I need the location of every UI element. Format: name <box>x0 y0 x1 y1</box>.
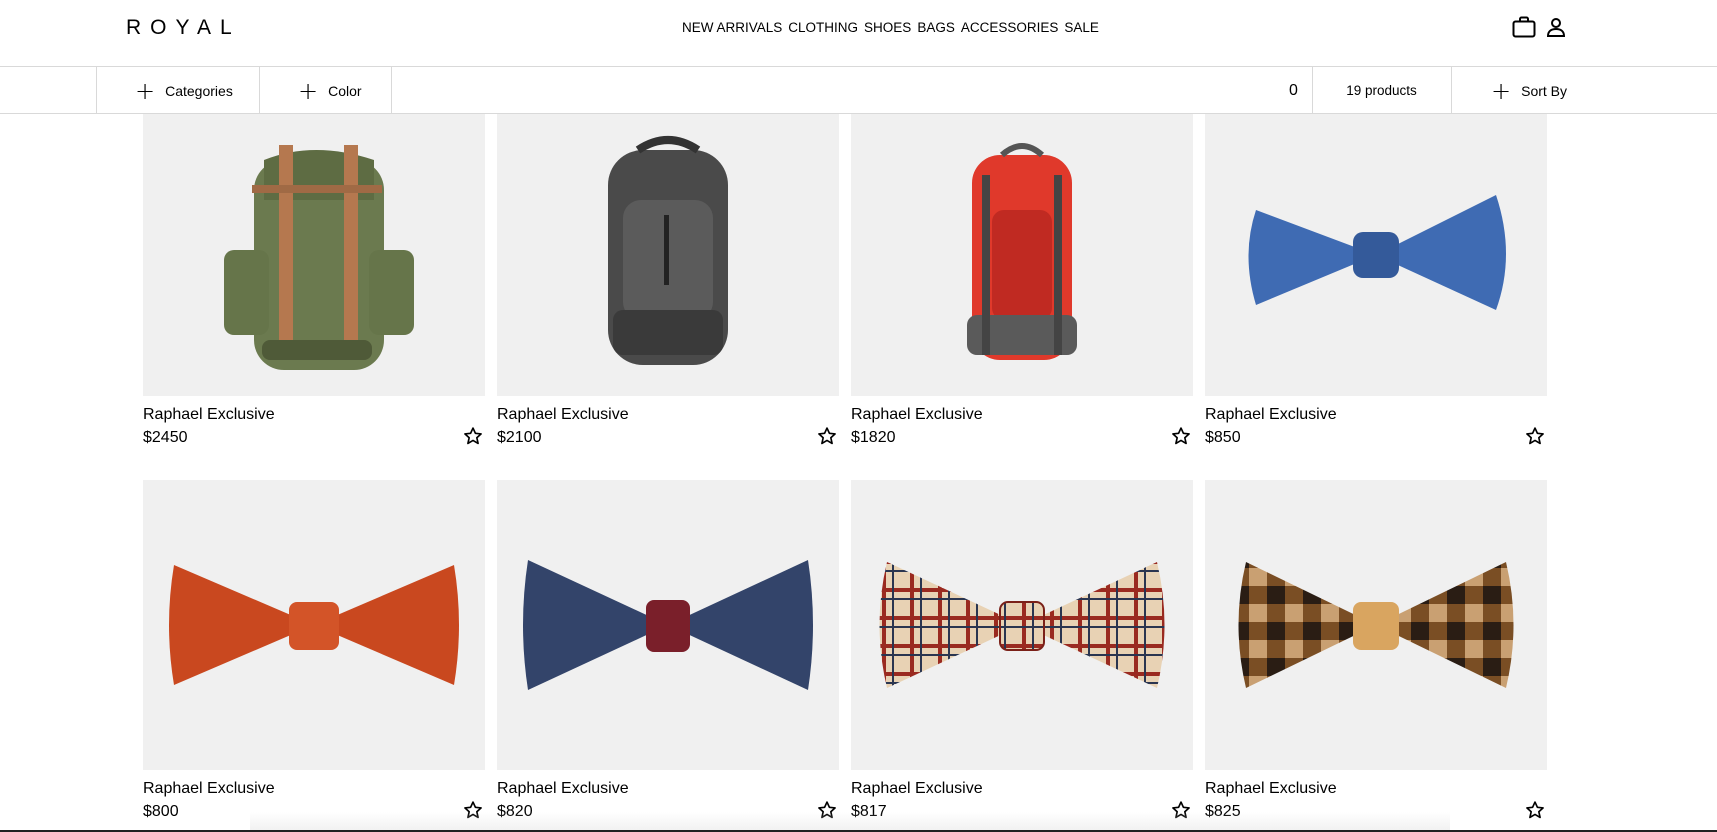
product-image-brown-check-bow-tie[interactable] <box>1205 480 1547 770</box>
product-card[interactable]: Raphael Exclusive $820 <box>497 480 839 820</box>
categories-filter-button[interactable]: + Categories <box>96 67 260 114</box>
product-image-orange-bow-tie[interactable] <box>143 480 485 770</box>
user-icon[interactable] <box>1546 17 1566 42</box>
star-icon[interactable] <box>1525 800 1545 825</box>
product-image-grey-backpack[interactable] <box>497 114 839 396</box>
product-name[interactable]: Raphael Exclusive <box>1205 780 1337 798</box>
products-count: 19 products <box>1312 67 1452 114</box>
star-icon[interactable] <box>463 426 483 451</box>
filter-count: 0 <box>1275 67 1313 114</box>
nav-item-sale[interactable]: SALE <box>1064 20 1099 35</box>
product-name[interactable]: Raphael Exclusive <box>143 780 275 798</box>
product-card[interactable]: Raphael Exclusive $817 <box>851 480 1193 820</box>
nav-item-accessories[interactable]: ACCESSORIES <box>961 20 1059 35</box>
product-card[interactable]: Raphael Exclusive $2450 <box>143 114 485 446</box>
main-nav: NEW ARRIVALS CLOTHING SHOES BAGS ACCESSO… <box>682 20 1099 35</box>
sort-label: Sort By <box>1521 82 1568 99</box>
product-price: $2100 <box>497 429 542 446</box>
product-image-plaid-bow-tie[interactable] <box>851 480 1193 770</box>
categories-label: Categories <box>165 82 233 99</box>
star-icon[interactable] <box>1171 426 1191 451</box>
star-icon[interactable] <box>817 426 837 451</box>
plus-icon: + <box>1491 76 1512 105</box>
nav-item-new-arrivals[interactable]: NEW ARRIVALS <box>682 20 782 35</box>
site-header: ROYAL NEW ARRIVALS CLOTHING SHOES BAGS A… <box>0 0 1717 66</box>
product-card[interactable]: Raphael Exclusive $825 <box>1205 480 1547 820</box>
product-name[interactable]: Raphael Exclusive <box>497 406 629 424</box>
product-price: $850 <box>1205 429 1241 446</box>
shopping-bag-icon[interactable] <box>1512 16 1536 43</box>
color-label: Color <box>328 82 362 99</box>
product-price: $2450 <box>143 429 188 446</box>
product-name[interactable]: Raphael Exclusive <box>497 780 629 798</box>
product-card[interactable]: Raphael Exclusive $1820 <box>851 114 1193 446</box>
nav-item-bags[interactable]: BAGS <box>917 20 955 35</box>
brand-logo[interactable]: ROYAL <box>126 16 241 40</box>
product-name[interactable]: Raphael Exclusive <box>851 780 983 798</box>
product-name[interactable]: Raphael Exclusive <box>1205 406 1337 424</box>
product-name[interactable]: Raphael Exclusive <box>851 406 983 424</box>
product-image-navy-bow-tie[interactable] <box>497 480 839 770</box>
product-card[interactable]: Raphael Exclusive $800 <box>143 480 485 820</box>
plus-icon: + <box>298 76 319 105</box>
product-image-red-backpack[interactable] <box>851 114 1193 396</box>
star-icon[interactable] <box>1525 426 1545 451</box>
color-filter-button[interactable]: + Color <box>259 67 392 114</box>
nav-item-clothing[interactable]: CLOTHING <box>788 20 858 35</box>
product-price: $1820 <box>851 429 896 446</box>
product-card[interactable]: Raphael Exclusive $850 <box>1205 114 1547 446</box>
product-price: $800 <box>143 803 179 820</box>
product-card[interactable]: Raphael Exclusive $2100 <box>497 114 839 446</box>
filter-bar: + Categories + Color 0 19 products + Sor… <box>0 66 1717 114</box>
sort-by-button[interactable]: + Sort By <box>1451 67 1571 114</box>
product-image-blue-bow-tie[interactable] <box>1205 114 1547 396</box>
product-name[interactable]: Raphael Exclusive <box>143 406 275 424</box>
plus-icon: + <box>135 76 156 105</box>
product-image-green-backpack[interactable] <box>143 114 485 396</box>
scroll-shadow <box>250 812 1450 832</box>
nav-item-shoes[interactable]: SHOES <box>864 20 911 35</box>
